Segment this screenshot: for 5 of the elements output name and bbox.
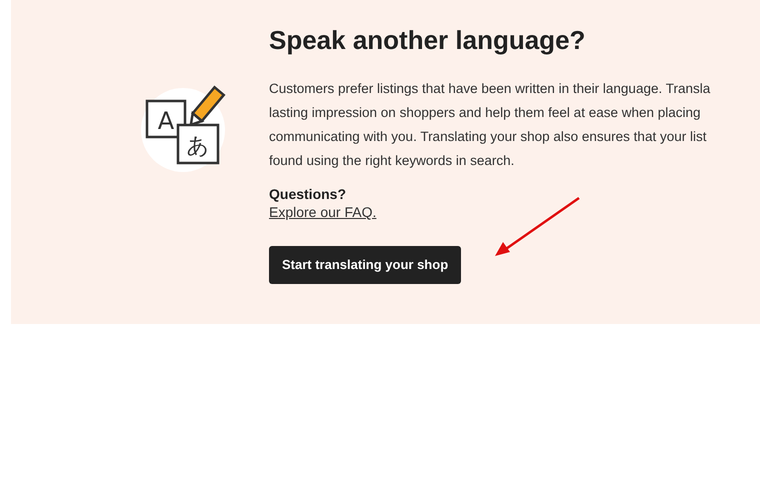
questions-label: Questions? bbox=[269, 186, 346, 203]
section-title: Speak another language? bbox=[269, 24, 586, 56]
description-paragraph: Customers prefer listings that have been written in their language. Transla lasting impression on shoppers and help them feel at ease when placing communicating with you. Translating your shop also ensures that your list found using the right keywords in search. bbox=[269, 80, 710, 170]
start-translating-button[interactable]: Start translating your shop bbox=[269, 246, 462, 284]
faq-link[interactable]: Explore our FAQ. bbox=[269, 203, 376, 222]
